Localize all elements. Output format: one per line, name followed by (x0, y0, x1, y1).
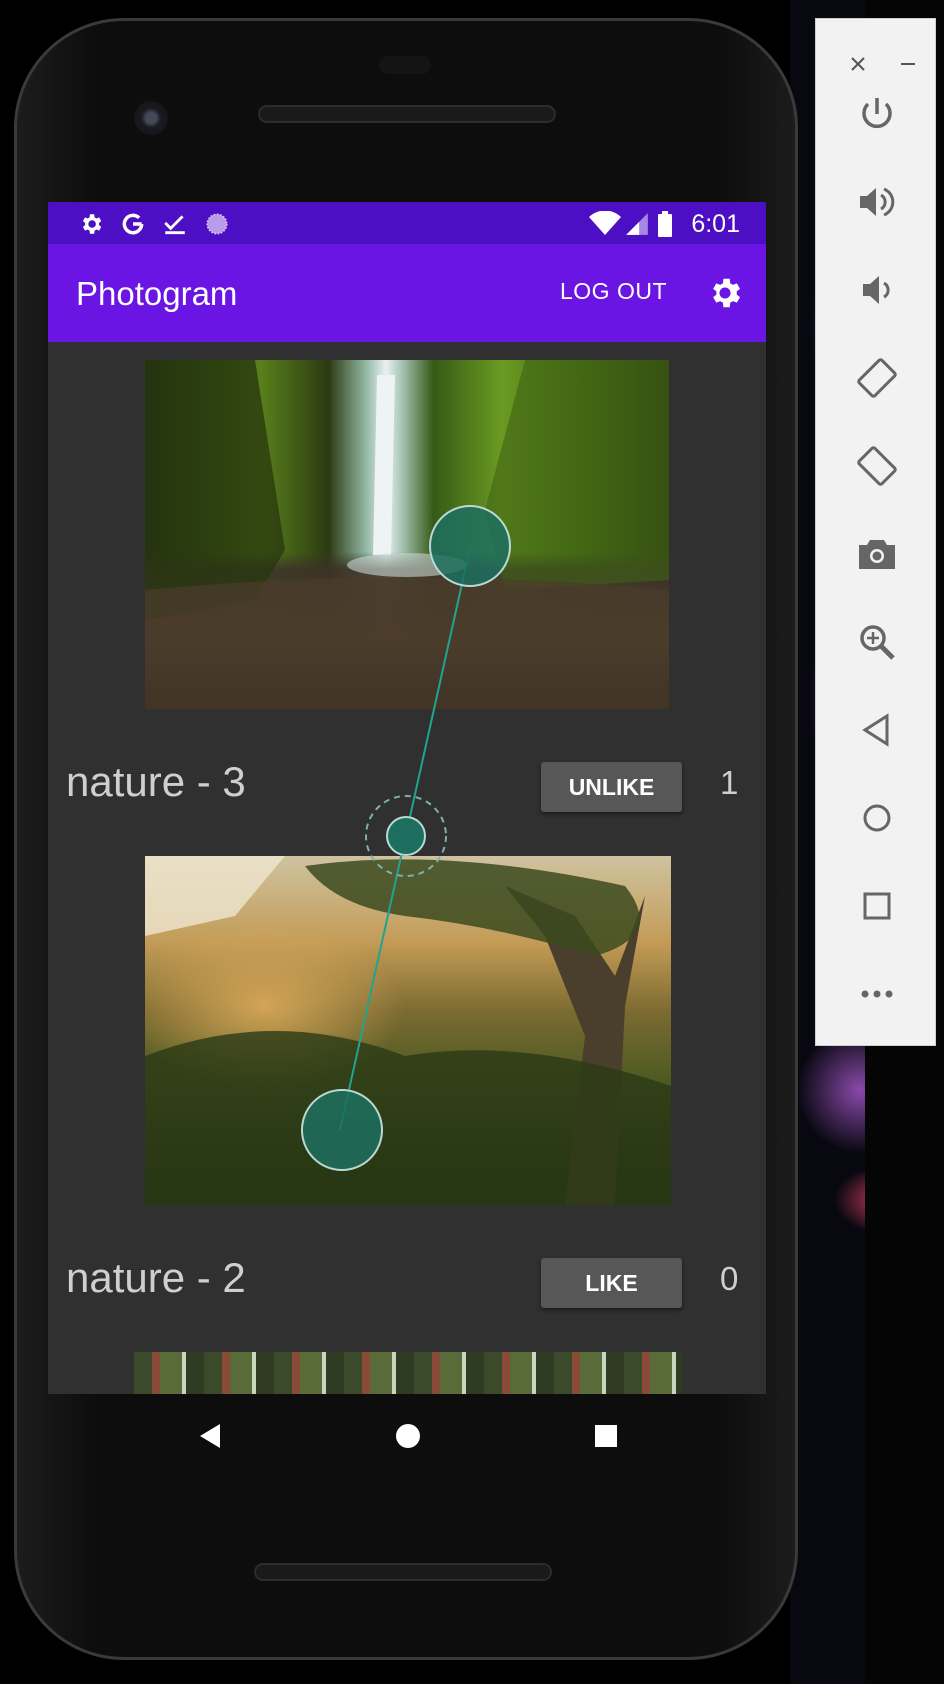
like-count: 0 (720, 1260, 739, 1297)
zoom-icon[interactable] (854, 619, 900, 665)
signal-icon (626, 213, 648, 235)
circle-dots-icon (206, 213, 228, 235)
post-title: nature - 3 (66, 758, 246, 805)
front-camera (134, 101, 168, 135)
home-icon[interactable] (854, 795, 900, 841)
top-speaker (258, 105, 556, 123)
rotate-left-icon[interactable] (854, 355, 900, 401)
gear-icon (82, 214, 102, 234)
like-button[interactable]: LIKE (541, 1258, 682, 1308)
status-bar: 6:01 (48, 202, 766, 244)
app-title: Photogram (76, 275, 238, 312)
volume-down-icon[interactable] (854, 267, 900, 313)
close-icon[interactable] (843, 49, 873, 79)
volume-up-icon[interactable] (854, 179, 900, 225)
battery-icon (658, 211, 672, 237)
more-icon[interactable] (854, 971, 900, 1017)
post-photo[interactable] (134, 1352, 682, 1394)
home-icon[interactable] (388, 1416, 428, 1456)
camera-icon[interactable] (854, 531, 900, 577)
waterfall-image (145, 360, 669, 709)
google-g-icon (122, 213, 144, 235)
bottom-speaker (254, 1563, 552, 1581)
power-icon[interactable] (854, 91, 900, 137)
minimize-icon[interactable] (893, 49, 923, 79)
overview-icon[interactable] (854, 883, 900, 929)
emulator-control-panel (815, 18, 936, 1046)
navigation-bar (48, 1394, 766, 1478)
unlike-button[interactable]: UNLIKE (541, 762, 682, 812)
post-title: nature - 2 (66, 1254, 246, 1301)
phone-screen: 6:01 Photogram LOG OUT nature - 3 UNLIKE… (48, 202, 766, 1394)
clock: 6:01 (691, 210, 740, 238)
wifi-icon (589, 211, 621, 235)
checklist-icon (164, 215, 185, 235)
post-photo[interactable] (145, 360, 669, 709)
photo-feed[interactable]: nature - 3 UNLIKE 1 nature - 2 LIKE 0 (48, 342, 766, 1394)
forest-image (145, 856, 671, 1205)
back-icon[interactable] (190, 1416, 230, 1456)
settings-gear-icon[interactable] (706, 274, 744, 312)
post-photo[interactable] (145, 856, 671, 1205)
app-bar: Photogram LOG OUT (48, 244, 766, 342)
recents-icon[interactable] (586, 1416, 626, 1456)
rotate-right-icon[interactable] (854, 443, 900, 489)
like-count: 1 (720, 764, 739, 801)
back-icon[interactable] (854, 707, 900, 753)
phone-sensor (379, 56, 431, 74)
logout-button[interactable]: LOG OUT (560, 278, 667, 305)
